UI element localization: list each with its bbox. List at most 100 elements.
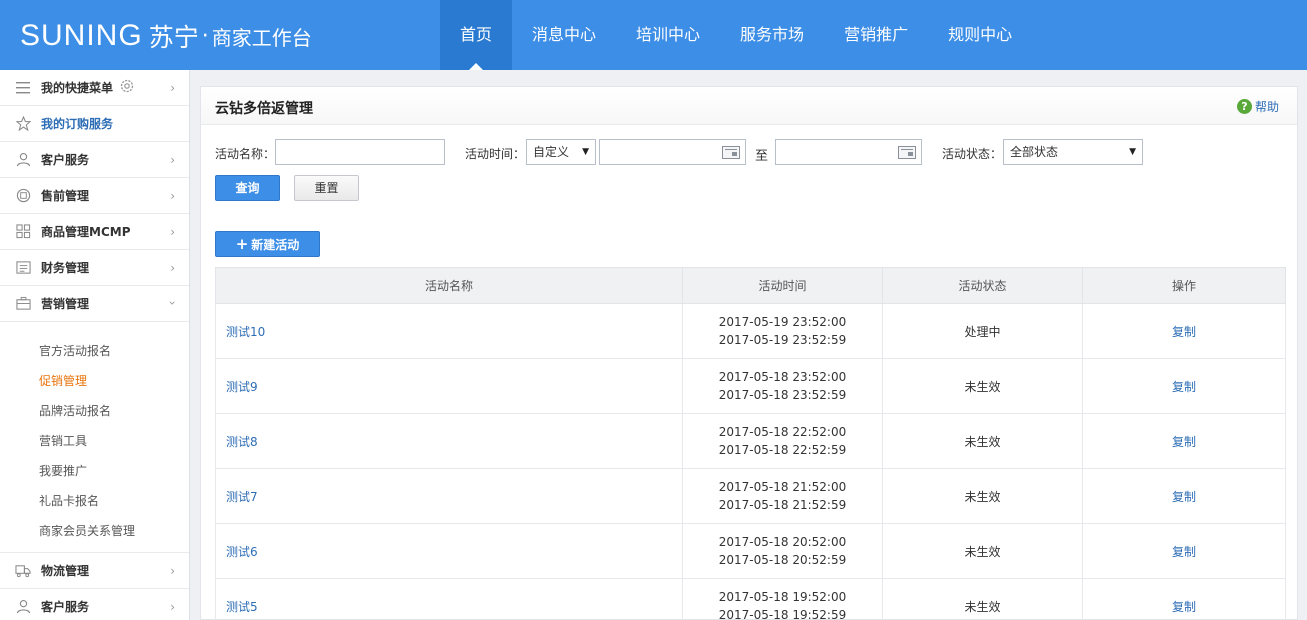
sidebar-item-marketing[interactable]: 营销管理 ›	[0, 286, 189, 322]
table-header-row: 活动名称 活动时间 活动状态 操作	[215, 267, 1286, 304]
activity-status: 未生效	[882, 358, 1083, 414]
top-bar: SUNING 苏宁 · 商家工作台 首页 消息中心 培训中心 服务市场 营销推广…	[0, 0, 1307, 70]
date-range-separator: 至	[755, 149, 769, 164]
logo[interactable]: SUNING 苏宁 · 商家工作台	[20, 18, 312, 54]
activity-status: 未生效	[882, 413, 1083, 469]
presale-icon	[14, 187, 32, 205]
chevron-right-icon: ›	[170, 189, 175, 203]
activity-name-input[interactable]	[275, 139, 445, 165]
sidebar-item-product-mcmp[interactable]: 商品管理MCMP ›	[0, 214, 189, 250]
copy-link[interactable]: 复制	[1172, 545, 1196, 559]
table-row: 测试8 2017-05-18 22:52:00 2017-05-18 22:52:…	[215, 413, 1286, 469]
user-icon	[14, 598, 32, 616]
nav-message-center[interactable]: 消息中心	[512, 0, 616, 70]
submenu-promotion[interactable]: 促销管理	[0, 366, 189, 396]
copy-link[interactable]: 复制	[1172, 490, 1196, 504]
activity-start-time: 2017-05-19 23:52:00	[718, 315, 847, 329]
copy-link[interactable]: 复制	[1172, 380, 1196, 394]
main-nav: 首页 消息中心 培训中心 服务市场 营销推广 规则中心	[440, 0, 1032, 70]
sidebar-item-label: 物流管理	[41, 564, 90, 578]
activity-end-time: 2017-05-18 23:52:59	[718, 388, 847, 402]
new-activity-button[interactable]: + 新建活动	[215, 231, 320, 257]
sidebar-item-finance[interactable]: 财务管理 ›	[0, 250, 189, 286]
activity-name-link[interactable]: 测试7	[226, 490, 258, 504]
column-header: 活动状态	[882, 267, 1083, 304]
copy-link[interactable]: 复制	[1172, 600, 1196, 614]
chevron-right-icon: ›	[170, 600, 175, 614]
sidebar-item-subscriptions[interactable]: 我的订购服务	[0, 106, 189, 142]
activity-name-link[interactable]: 测试5	[226, 600, 258, 614]
table-row: 测试7 2017-05-18 21:52:00 2017-05-18 21:52:…	[215, 468, 1286, 524]
sidebar-item-label: 我的快捷菜单	[41, 81, 114, 95]
new-activity-label: 新建活动	[251, 238, 300, 252]
activity-name-link[interactable]: 测试9	[226, 380, 258, 394]
chevron-right-icon: ›	[170, 225, 175, 239]
column-header: 活动时间	[682, 267, 883, 304]
activity-status-label: 活动状态：	[942, 147, 1003, 161]
sidebar-item-label: 财务管理	[41, 261, 90, 275]
activity-status: 处理中	[882, 303, 1083, 359]
submenu-official-activity[interactable]: 官方活动报名	[0, 336, 189, 366]
activity-end-time: 2017-05-18 19:52:59	[718, 608, 847, 620]
chevron-down-icon: ›	[165, 300, 180, 306]
star-icon	[14, 115, 32, 133]
submenu-member-relations[interactable]: 商家会员关系管理	[0, 516, 189, 546]
nav-training-center[interactable]: 培训中心	[616, 0, 720, 70]
help-link[interactable]: ? 帮助	[1236, 98, 1279, 115]
chevron-right-icon: ›	[170, 153, 175, 167]
column-header: 活动名称	[215, 267, 683, 304]
activity-time-select[interactable]: 自定义 ▼	[526, 139, 596, 165]
nav-home[interactable]: 首页	[440, 0, 513, 70]
activity-end-time: 2017-05-18 20:52:59	[718, 553, 847, 567]
nav-rules-center[interactable]: 规则中心	[928, 0, 1032, 70]
activity-name-link[interactable]: 测试8	[226, 435, 258, 449]
marketing-submenu: 官方活动报名 促销管理 品牌活动报名 营销工具 我要推广 礼品卡报名 商家会员关…	[0, 322, 189, 553]
activity-name-link[interactable]: 测试10	[226, 325, 265, 339]
submenu-gift-card[interactable]: 礼品卡报名	[0, 486, 189, 516]
page-title: 云钻多倍返管理	[215, 101, 313, 117]
nav-marketing[interactable]: 营销推广	[824, 0, 928, 70]
logo-brand-cn: 苏宁	[148, 23, 199, 52]
sidebar: 我的快捷菜单 › 我的订购服务 客户服务 › 售前管理 › 商品管理MCMP ›	[0, 70, 190, 620]
sidebar-item-quick-menu[interactable]: 我的快捷菜单 ›	[0, 70, 189, 106]
start-date-input[interactable]	[599, 139, 746, 165]
query-button[interactable]: 查询	[215, 175, 280, 201]
calendar-icon[interactable]	[898, 146, 916, 159]
table-row: 测试6 2017-05-18 20:52:00 2017-05-18 20:52:…	[215, 523, 1286, 579]
activity-end-time: 2017-05-18 22:52:59	[718, 443, 847, 457]
table-row: 测试5 2017-05-18 19:52:00 2017-05-18 19:52:…	[215, 578, 1286, 620]
gear-icon[interactable]	[119, 78, 135, 97]
activity-status-select[interactable]: 全部状态 ▼	[1003, 139, 1143, 165]
submenu-marketing-tools[interactable]: 营销工具	[0, 426, 189, 456]
sidebar-item-logistics[interactable]: 物流管理 ›	[0, 553, 189, 589]
truck-icon	[14, 562, 32, 580]
activity-status: 未生效	[882, 578, 1083, 620]
activity-name-label: 活动名称：	[215, 147, 276, 161]
sidebar-item-label: 客户服务	[41, 600, 90, 614]
activity-status: 未生效	[882, 468, 1083, 524]
nav-service-market[interactable]: 服务市场	[720, 0, 824, 70]
sidebar-item-label: 我的订购服务	[41, 117, 114, 131]
copy-link[interactable]: 复制	[1172, 325, 1196, 339]
sidebar-item-customer-service[interactable]: 客户服务 ›	[0, 142, 189, 178]
briefcase-icon	[14, 295, 32, 313]
end-date-input[interactable]	[775, 139, 922, 165]
reset-button[interactable]: 重置	[294, 175, 359, 201]
column-header: 操作	[1082, 267, 1286, 304]
chevron-right-icon: ›	[170, 261, 175, 275]
finance-icon	[14, 259, 32, 277]
sidebar-item-presale[interactable]: 售前管理 ›	[0, 178, 189, 214]
submenu-promote[interactable]: 我要推广	[0, 456, 189, 486]
calendar-icon[interactable]	[722, 146, 740, 159]
dropdown-arrow-icon: ▼	[582, 147, 589, 157]
chevron-right-icon: ›	[170, 81, 175, 95]
activity-start-time: 2017-05-18 20:52:00	[718, 535, 847, 549]
sidebar-item-customer-service-2[interactable]: 客户服务 ›	[0, 589, 189, 620]
activity-status-select-value: 全部状态	[1010, 145, 1059, 159]
copy-link[interactable]: 复制	[1172, 435, 1196, 449]
filter-row: 活动名称： 活动时间： 自定义 ▼ 至 活动状态： 全部状态 ▼	[215, 139, 1285, 165]
activity-name-link[interactable]: 测试6	[226, 545, 258, 559]
submenu-brand-activity[interactable]: 品牌活动报名	[0, 396, 189, 426]
logo-subtitle: 商家工作台	[211, 25, 312, 50]
activity-time-select-value: 自定义	[533, 145, 570, 159]
